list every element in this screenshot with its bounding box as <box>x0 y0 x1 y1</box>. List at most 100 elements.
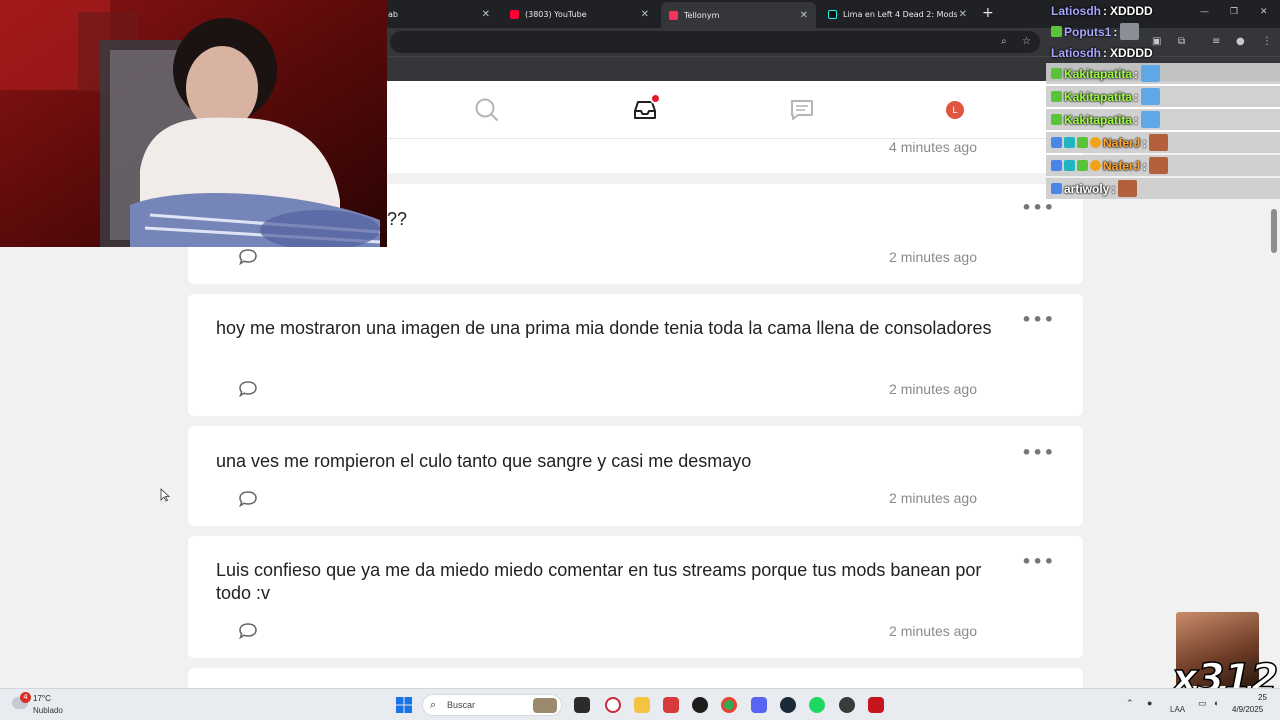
tab-label: Tellonym <box>684 10 720 20</box>
taskbar: 4 17°C Nublado ⌕ Buscar ⌃ ● LAA ▭ ◖ 25 4… <box>0 688 1280 720</box>
emote-icon <box>1141 88 1161 105</box>
microphone-icon[interactable]: ● <box>1147 698 1152 708</box>
comment-icon[interactable] <box>238 490 258 508</box>
notification-badge <box>650 93 661 104</box>
chat-separator: : <box>1103 3 1107 18</box>
app-icon[interactable] <box>663 697 679 713</box>
badge-icon <box>1090 137 1101 148</box>
clock-date[interactable]: 4/9/2025 <box>1232 705 1263 714</box>
file-explorer-icon[interactable] <box>634 697 650 713</box>
chat-separator: : <box>1103 45 1107 60</box>
chat-username: NaferJ <box>1103 158 1141 173</box>
search-placeholder: Buscar <box>447 700 476 710</box>
task-view-icon[interactable] <box>574 697 590 713</box>
spotify-icon[interactable] <box>809 697 825 713</box>
tab-youtube[interactable]: (3803) YouTube ✕ <box>502 4 657 24</box>
emote-icon <box>1149 134 1169 151</box>
chat-separator: : <box>1134 89 1139 104</box>
bookmark-star-icon[interactable]: ☆ <box>1022 36 1031 47</box>
tell-card: hoy me mostraron una imagen de una prima… <box>188 294 1083 416</box>
chat-username: Poputs1 <box>1064 24 1112 39</box>
tab-label: ab <box>388 9 398 19</box>
clock-time[interactable]: 25 <box>1258 693 1267 702</box>
discord-icon[interactable] <box>751 697 767 713</box>
emote-icon <box>1149 157 1169 174</box>
badge-icon <box>1051 68 1062 79</box>
card-timestamp: 2 minutes ago <box>889 249 977 265</box>
close-icon[interactable]: ✕ <box>956 8 967 20</box>
app-icon[interactable] <box>839 697 855 713</box>
comment-icon[interactable] <box>238 622 258 640</box>
opera-icon[interactable] <box>605 697 621 713</box>
chat-message: Kakitapatita : <box>1046 63 1280 84</box>
chat-separator: : <box>1113 24 1118 39</box>
chat-username: Kakitapatita <box>1064 66 1133 81</box>
emote-icon <box>1118 180 1138 197</box>
webcam-feed-image <box>0 0 387 247</box>
card-text: una ves me rompieron el culo tanto que s… <box>216 451 752 471</box>
taskbar-search[interactable]: ⌕ Buscar <box>422 694 562 716</box>
weather-condition[interactable]: Nublado <box>33 706 63 715</box>
chat-message: Latiosdh : XDDDD <box>1046 42 1280 63</box>
chat-username: Latiosdh <box>1051 45 1101 60</box>
chat-separator: : <box>1142 135 1147 150</box>
badge-icon <box>1051 160 1062 171</box>
new-tab-button[interactable]: + <box>982 5 994 21</box>
search-icon[interactable] <box>474 97 500 123</box>
close-icon[interactable]: ✕ <box>482 9 490 20</box>
chat-message: NaferJ : <box>1046 132 1280 153</box>
chat-username: Latiosdh <box>1051 3 1101 18</box>
tray-expand-icon[interactable]: ⌃ <box>1126 698 1134 709</box>
chat-separator: : <box>1142 158 1147 173</box>
webcam-overlay <box>0 0 387 247</box>
close-icon[interactable]: ✕ <box>800 10 808 21</box>
tab-tiktok[interactable]: Lima en Left 4 Dead 2: Mods y ✕ <box>820 4 975 24</box>
card-text: Luis confieso que ya me da miedo miedo c… <box>216 560 982 603</box>
more-options-icon[interactable]: ••• <box>1021 552 1055 571</box>
comment-icon[interactable] <box>238 380 258 398</box>
badge-icon <box>1064 160 1075 171</box>
windows-start-icon[interactable] <box>396 697 412 713</box>
tab-ab[interactable]: ab ✕ <box>388 4 498 24</box>
badge-icon <box>1051 91 1062 102</box>
weather-badge: 4 <box>20 692 31 703</box>
search-icon: ⌕ <box>430 698 437 711</box>
chat-message: Kakitapatita : <box>1046 86 1280 107</box>
volume-icon[interactable]: ◖ <box>1213 698 1218 708</box>
steam-icon[interactable] <box>780 697 796 713</box>
more-options-icon[interactable]: ••• <box>1021 310 1055 329</box>
chat-message: Poputs1 : <box>1046 21 1280 42</box>
chat-username: artiwoly <box>1064 181 1110 196</box>
badge-icon <box>1051 137 1062 148</box>
card-timestamp: 4 minutes ago <box>889 139 977 155</box>
zoom-icon[interactable]: ⌕ <box>1001 36 1007 47</box>
chat-username: Kakitapatita <box>1064 89 1133 104</box>
tellonym-icon <box>669 10 678 20</box>
page-scrollbar[interactable] <box>1271 209 1277 253</box>
chat-separator: : <box>1134 66 1139 81</box>
tab-tellonym[interactable]: Tellonym ✕ <box>661 2 816 28</box>
tiktok-icon <box>828 9 837 19</box>
obs-icon[interactable] <box>692 697 708 713</box>
chat-message: artiwoly : <box>1046 178 1280 199</box>
comment-icon[interactable] <box>238 248 258 266</box>
chat-icon[interactable] <box>789 97 815 123</box>
badge-icon <box>1051 114 1062 125</box>
weather-temperature[interactable]: 17°C <box>33 694 51 703</box>
emote-icon <box>1120 23 1140 40</box>
close-icon[interactable]: ✕ <box>641 9 649 20</box>
network-icon[interactable]: ▭ <box>1198 698 1207 709</box>
chat-message: NaferJ : <box>1046 155 1280 176</box>
tell-card: una ves me rompieron el culo tanto que s… <box>188 426 1083 526</box>
card-text: hoy me mostraron una imagen de una prima… <box>216 318 992 338</box>
more-options-icon[interactable]: ••• <box>1021 443 1055 462</box>
card-timestamp: 2 minutes ago <box>889 623 977 639</box>
profile-avatar[interactable]: L <box>946 101 964 119</box>
chrome-icon[interactable] <box>721 697 737 713</box>
language-indicator[interactable]: LAA <box>1170 705 1185 714</box>
chat-username: Kakitapatita <box>1064 112 1133 127</box>
badge-icon <box>1077 137 1088 148</box>
chat-username: NaferJ <box>1103 135 1141 150</box>
address-bar[interactable] <box>390 31 1040 53</box>
acrobat-icon[interactable] <box>868 697 884 713</box>
